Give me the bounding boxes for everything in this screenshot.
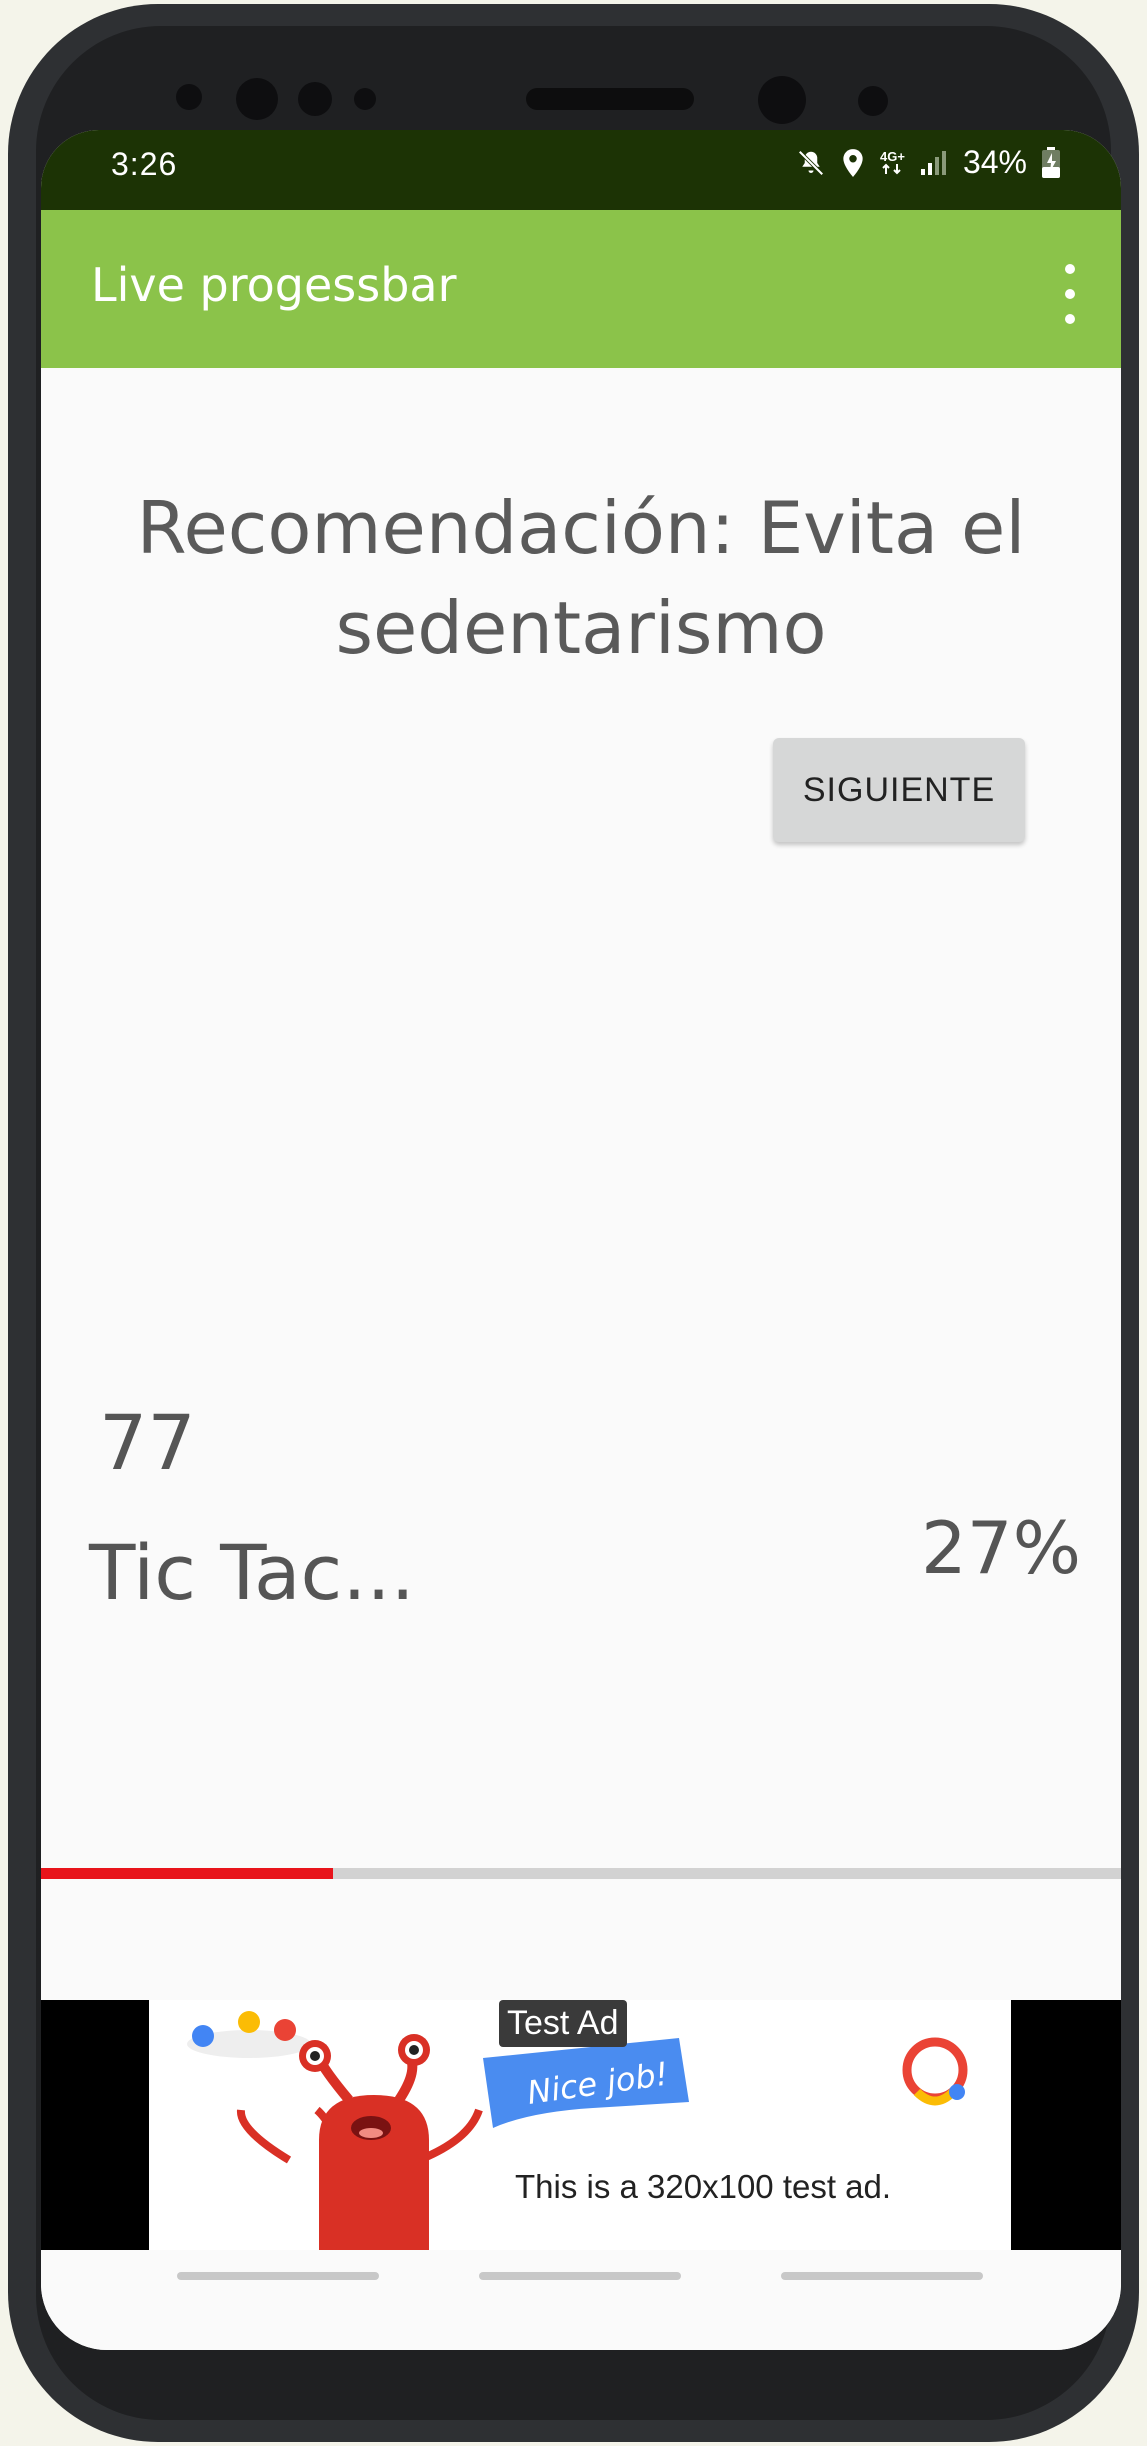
screen: 3:26 4G+ 34% Live progessbar Recomendaci… (41, 130, 1121, 2350)
recommendation-text: Recomendación: Evita el sedentarismo (136, 486, 1026, 670)
more-options-button[interactable] (1055, 264, 1085, 324)
signal-icon (919, 149, 949, 177)
front-camera (758, 76, 806, 124)
earpiece-speaker (526, 88, 694, 110)
nav-back-handle[interactable] (177, 2272, 379, 2280)
network-type: 4G+ (880, 149, 905, 164)
front-camera (236, 78, 278, 120)
app-title: Live progessbar (91, 258, 457, 312)
battery-charging-icon (1041, 146, 1061, 179)
battery-percent: 34% (962, 144, 1027, 180)
progress-fill (41, 1868, 333, 1879)
more-vert-icon (1065, 264, 1075, 274)
sensor-dot (354, 88, 376, 110)
status-time: 3:26 (111, 146, 178, 182)
sensor-dot (176, 84, 202, 110)
app-bar: Live progessbar (41, 210, 1121, 368)
test-ad-badge: Test Ad (499, 2000, 627, 2047)
ad-description: This is a 320x100 test ad. (515, 2168, 892, 2205)
sensor-dot (858, 86, 888, 116)
status-bar: 3:26 4G+ 34% (41, 130, 1121, 210)
countdown-counter: 77 (99, 1398, 196, 1487)
mute-icon (796, 148, 826, 178)
phone-frame: 3:26 4G+ 34% Live progessbar Recomendaci… (8, 4, 1139, 2442)
test-ad[interactable]: Nice job! Test Ad This is a 320x100 test… (149, 2000, 1011, 2250)
main-content: Recomendación: Evita el sedentarismo SIG… (41, 368, 1121, 2000)
sensor-dot (298, 82, 332, 116)
progress-percent: 27% (920, 1506, 1081, 1590)
progress-bar (41, 1868, 1121, 1879)
network-icon: 4G+ (880, 150, 905, 175)
location-icon (840, 148, 866, 178)
status-icons: 4G+ 34% (796, 144, 1061, 181)
nav-recents-handle[interactable] (781, 2272, 983, 2280)
nav-home-handle[interactable] (479, 2272, 681, 2280)
ad-banner-container: Nice job! Test Ad This is a 320x100 test… (41, 2000, 1121, 2250)
next-button[interactable]: SIGUIENTE (773, 738, 1025, 842)
navigation-bar (41, 2250, 1121, 2350)
tictac-label: Tic Tac... (89, 1528, 415, 1617)
